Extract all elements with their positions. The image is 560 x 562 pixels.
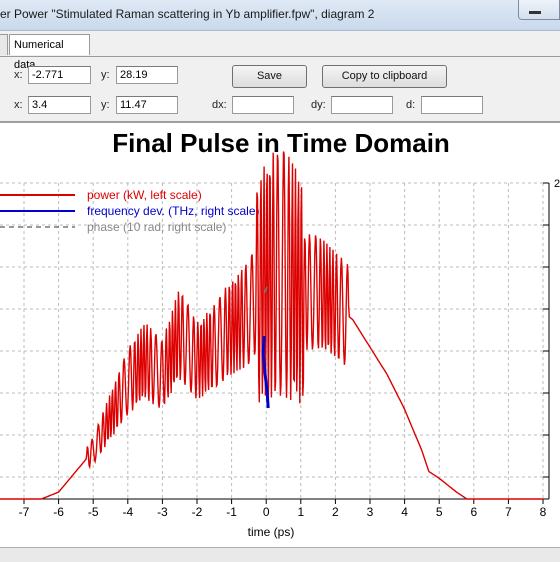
save-button[interactable]: Save bbox=[232, 65, 307, 88]
y2-label: y: bbox=[101, 99, 110, 111]
legend-power-label: power (kW, left scale) bbox=[87, 188, 202, 202]
tab-diagram[interactable] bbox=[0, 34, 8, 55]
x-tick-label: 5 bbox=[436, 505, 443, 519]
x-tick-label: -4 bbox=[122, 505, 133, 519]
x1-field[interactable]: -2.771 bbox=[28, 66, 91, 84]
dy-field[interactable] bbox=[331, 96, 393, 114]
x-tick-label: 8 bbox=[540, 505, 547, 519]
right-tick-label: 2 bbox=[554, 178, 560, 190]
x-tick-labels: -7 -6 -5 -4 -3 -2 -1 0 1 2 3 4 5 6 7 8 bbox=[19, 505, 547, 519]
dx-field[interactable] bbox=[232, 96, 294, 114]
x-tick-label: -1 bbox=[226, 505, 237, 519]
window-title: er Power "Stimulated Raman scattering in… bbox=[0, 7, 375, 21]
x2-label: x: bbox=[14, 99, 23, 111]
status-bar bbox=[0, 547, 560, 562]
minimize-icon bbox=[529, 11, 541, 14]
x-tick-label: 3 bbox=[367, 505, 374, 519]
y2-field[interactable]: 11.47 bbox=[116, 96, 178, 114]
dx-label: dx: bbox=[212, 99, 227, 111]
x-tick-label: -2 bbox=[192, 505, 203, 519]
dy-label: dy: bbox=[311, 99, 326, 111]
x-tick-label: -5 bbox=[88, 505, 99, 519]
x-axis-label: time (ps) bbox=[248, 525, 295, 539]
x-tick-label: 6 bbox=[470, 505, 477, 519]
x-tick-label: -6 bbox=[53, 505, 64, 519]
copy-button-label: Copy to clipboard bbox=[341, 70, 428, 82]
x-tick-label: 2 bbox=[332, 505, 339, 519]
x-tick-label: -3 bbox=[157, 505, 168, 519]
copy-to-clipboard-button[interactable]: Copy to clipboard bbox=[322, 65, 447, 88]
power-series-line bbox=[0, 151, 543, 500]
tab-numerical-data[interactable]: Numerical data bbox=[9, 34, 90, 71]
legend-phase-label: phase (10 rad, right scale) bbox=[87, 220, 226, 234]
tab-strip: Numerical data bbox=[0, 34, 560, 71]
legend: power (kW, left scale) frequency dev. (T… bbox=[0, 188, 260, 234]
d-field[interactable] bbox=[421, 96, 483, 114]
y1-label: y: bbox=[101, 69, 110, 81]
window-titlebar: er Power "Stimulated Raman scattering in… bbox=[0, 0, 560, 31]
x-tick-label: 0 bbox=[263, 505, 270, 519]
x1-label: x: bbox=[14, 69, 23, 81]
time-domain-chart: -7 -6 -5 -4 -3 -2 -1 0 1 2 3 4 5 6 7 8 2 Final Pulse in… bbox=[0, 128, 560, 539]
x-tick-label: 4 bbox=[401, 505, 408, 519]
x2-field[interactable]: 3.4 bbox=[28, 96, 91, 114]
chart-title: Final Pulse in Time Domain bbox=[112, 128, 450, 158]
x-tick-label: 7 bbox=[505, 505, 512, 519]
x-tick-label: 1 bbox=[297, 505, 304, 519]
x-tick-label: -7 bbox=[19, 505, 30, 519]
d-label: d: bbox=[406, 99, 416, 111]
y1-field[interactable]: 28.19 bbox=[116, 66, 178, 84]
minimize-button[interactable] bbox=[518, 0, 560, 20]
save-button-label: Save bbox=[256, 70, 283, 82]
legend-frequency-label: frequency dev. (THz, right scale) bbox=[87, 204, 260, 218]
